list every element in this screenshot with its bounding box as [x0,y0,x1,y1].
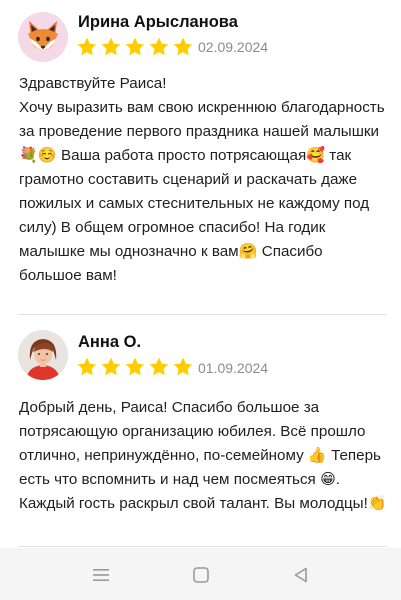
star-icon [148,36,170,58]
menu-button[interactable] [88,562,114,588]
review-card: Анна О. 01.09.2024 Добрый день, Раиса! С… [0,316,401,546]
review-text: Добрый день, Раиса! Спасибо большое за п… [19,399,387,512]
home-icon [193,567,209,583]
star-icon [172,356,194,378]
star-icon [124,356,146,378]
system-navigation-bar [0,548,401,600]
avatar[interactable] [18,330,68,380]
star-icon [100,36,122,58]
menu-icon [93,569,109,581]
star-rating [76,36,194,58]
back-icon [294,567,307,583]
review-text: Здравствуйте Раиса! Хочу выразить вам св… [19,75,385,284]
star-icon [76,36,98,58]
star-icon [148,356,170,378]
star-icon [124,36,146,58]
review-author: Анна О. [78,333,142,351]
star-icon [100,356,122,378]
star-icon [172,36,194,58]
review-date: 02.09.2024 [198,39,269,55]
divider [18,314,387,315]
star-rating [76,356,194,378]
home-button[interactable] [188,562,214,588]
fox-avatar-icon [18,12,68,62]
review-date: 01.09.2024 [198,360,269,376]
user-photo-icon [18,330,68,380]
review-author: Ирина Арысланова [78,13,238,31]
review-card: Ирина Арысланова 02.09.2024 Здравствуйте… [0,0,401,314]
star-icon [76,356,98,378]
back-button[interactable] [288,562,314,588]
divider [18,546,387,547]
avatar[interactable] [18,12,68,62]
